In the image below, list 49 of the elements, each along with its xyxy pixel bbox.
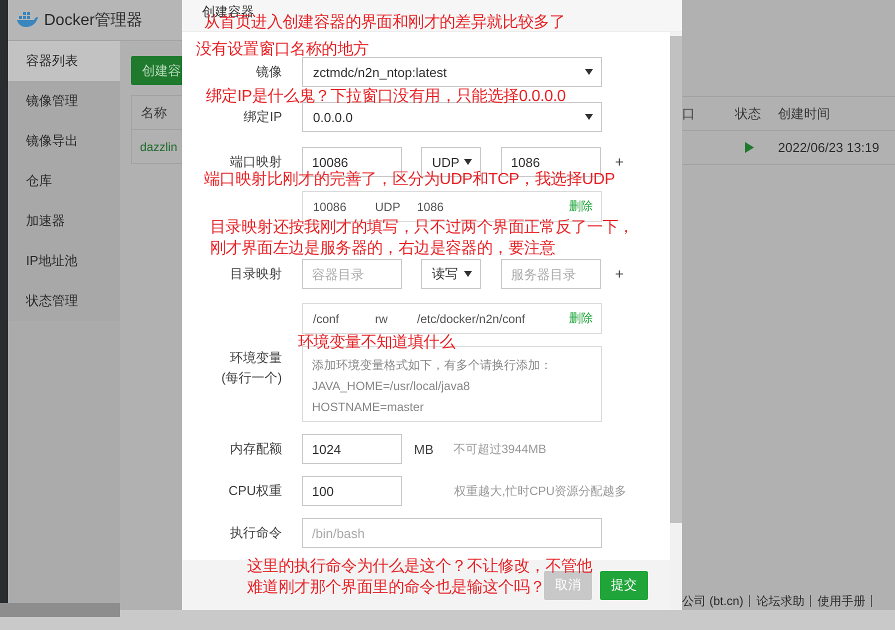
input-field[interactable]: 容器目录 <box>302 259 402 289</box>
field-label: 执行命令 <box>229 524 282 542</box>
caret-icon <box>585 69 593 75</box>
horizontal-scrollbar[interactable] <box>0 603 120 617</box>
entry-text: UDP <box>375 200 402 214</box>
column-header: 创建时间 <box>778 104 830 122</box>
annotation-text: 难道刚才那个界面里的命令也是输这个吗？ <box>247 578 546 598</box>
field-label: 镜像 <box>255 63 282 81</box>
create-button[interactable]: 创建容 <box>131 56 182 85</box>
entry-text: rw <box>375 312 389 326</box>
field-label: 目录映射 <box>229 265 282 283</box>
entry-text: /etc/docker/n2n/conf <box>417 312 526 326</box>
entry-text: 1086 <box>417 200 445 214</box>
field-label: 内存配额 <box>229 440 282 458</box>
caret-icon <box>464 159 472 165</box>
add-button[interactable]: + <box>615 266 624 282</box>
footer-link[interactable]: 公司 (bt.cn) <box>682 592 744 610</box>
hint-text: 不可超过3944MB <box>454 440 546 458</box>
entry-text: /conf <box>313 312 340 326</box>
dropdown[interactable]: zctmdc/n2n_ntop:latest <box>302 57 602 87</box>
annotation-text: 没有设置窗口名称的地方 <box>196 40 369 60</box>
annotation-text: 目录映射还按我刚才的填写，只不过两个界面正常反了一下， <box>210 218 634 238</box>
field-label: 环境变量 <box>230 349 282 367</box>
input-field[interactable]: 服务器目录 <box>501 259 601 289</box>
input-field[interactable]: 100 <box>302 476 402 506</box>
column-header: 状态 <box>735 104 762 122</box>
caret-icon <box>585 114 593 120</box>
input-field[interactable]: 1024 <box>302 434 402 464</box>
table-cell: 2022/06/23 13:19 <box>778 140 880 155</box>
scrollbar[interactable] <box>670 32 682 610</box>
add-button[interactable]: + <box>615 154 624 170</box>
dropdown[interactable]: 0.0.0.0 <box>302 102 602 132</box>
entry-text: 10086 <box>313 200 348 214</box>
input-field[interactable]: /bin/bash <box>302 518 602 548</box>
dropdown[interactable]: 读写 <box>421 259 481 289</box>
footer-link[interactable]: 使用手册 <box>817 592 866 610</box>
field-label: 端口映射 <box>229 153 282 170</box>
field-label: CPU权重 <box>228 482 282 500</box>
footer-link[interactable]: 论坛求助 <box>756 592 804 610</box>
unit-label: MB <box>414 442 434 456</box>
hint-text: 权重越大,忙时CPU资源分配越多 <box>454 482 627 500</box>
sidebar-item[interactable]: 容器列表 <box>8 41 120 81</box>
field-label: 绑定IP <box>242 108 282 126</box>
column-header: 口 <box>682 104 696 122</box>
annotation-text: 刚才界面左边是服务器的，右边是容器的，要注意 <box>210 239 556 259</box>
whale-logo-icon <box>16 12 38 28</box>
field-sublabel: (每行一个) <box>221 369 282 387</box>
app-title: Docker管理器 <box>44 10 143 30</box>
caret-icon <box>464 271 472 277</box>
